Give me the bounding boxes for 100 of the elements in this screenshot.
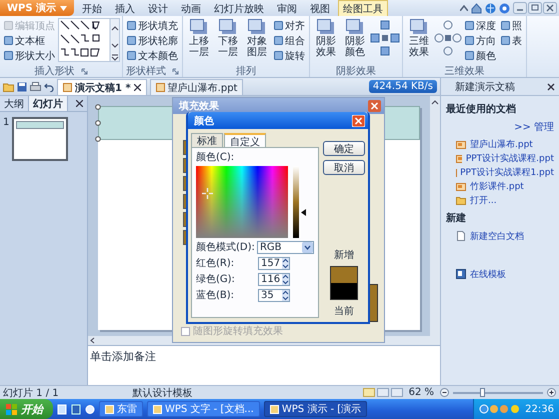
- app-icon: [270, 404, 279, 414]
- printer-icon[interactable]: [30, 82, 41, 92]
- ribbon-button[interactable]: 下移一层: [214, 18, 242, 59]
- minimize-icon[interactable]: [513, 2, 527, 14]
- collapse-icon[interactable]: [460, 5, 468, 11]
- ribbon-button[interactable]: 旋转: [272, 48, 307, 63]
- panel-tab[interactable]: 幻灯片: [29, 96, 68, 111]
- ribbon-button[interactable]: 照: [499, 18, 524, 33]
- task-pane-link[interactable]: 竹影课件.ppt: [470, 180, 524, 192]
- ribbon-button[interactable]: 上移一层: [185, 18, 213, 59]
- zoom-in-icon[interactable]: [547, 388, 556, 397]
- close-icon[interactable]: [547, 82, 555, 90]
- close-icon[interactable]: [134, 84, 141, 91]
- ribbon-button[interactable]: 颜色: [463, 48, 498, 63]
- color-mode-dropdown[interactable]: RGB: [256, 240, 314, 254]
- ribbon-button[interactable]: 组合: [272, 33, 307, 48]
- spin-arrows-icon[interactable]: [282, 274, 289, 284]
- color-spectrum[interactable]: [196, 166, 288, 238]
- layers-icon: [346, 19, 364, 35]
- ribbon-button[interactable]: 文本颜色: [125, 48, 180, 63]
- ribbon-tab[interactable]: 审阅: [272, 0, 302, 16]
- field-label: 绿色(G):: [196, 273, 236, 286]
- home-icon[interactable]: [471, 2, 482, 14]
- slide-thumbnail[interactable]: [12, 117, 68, 161]
- ribbon-button[interactable]: 对象图层: [243, 18, 271, 59]
- task-pane-link[interactable]: PPT设计实战课程1.ppt: [460, 166, 554, 178]
- notes-field[interactable]: 单击添加备注: [88, 345, 440, 385]
- taskbar-button[interactable]: 东雷: [99, 401, 143, 417]
- ribbon-button[interactable]: 方向: [463, 33, 498, 48]
- app-icon: [105, 404, 114, 414]
- maximize-icon[interactable]: [528, 2, 542, 14]
- slider-thumb[interactable]: [480, 388, 485, 396]
- speed-badge: 424.54 KB/s: [368, 80, 437, 93]
- ribbon-button[interactable]: 表: [499, 33, 524, 48]
- task-pane-link[interactable]: 望庐山瀑布.ppt: [470, 138, 533, 150]
- dialog-tab[interactable]: 自定义: [224, 133, 266, 147]
- task-pane-link[interactable]: 新建空白文档: [470, 230, 524, 242]
- vertical-scrollbar[interactable]: [430, 96, 440, 336]
- selection-handles-drawing[interactable]: [95, 104, 101, 142]
- tilt-buttons-drawing[interactable]: [434, 18, 462, 58]
- luminance-bar[interactable]: [293, 166, 299, 238]
- swatch-label: 当前: [334, 304, 354, 318]
- ribbon-button[interactable]: 三维效果: [405, 18, 433, 59]
- document-tab[interactable]: 演示文稿1 *: [57, 79, 147, 95]
- ribbon-button[interactable]: 阴影效果: [312, 18, 340, 59]
- ribbon-button[interactable]: 形状填充: [125, 18, 180, 33]
- layers-icon: [190, 19, 208, 35]
- spin-box[interactable]: 157: [258, 256, 290, 270]
- spin-arrows-icon[interactable]: [282, 290, 289, 300]
- template-icon: [456, 269, 466, 279]
- tray-icons-drawing[interactable]: [479, 404, 522, 414]
- spin-box[interactable]: 116: [258, 272, 290, 286]
- task-pane-title: 新建演示文稿: [455, 80, 515, 94]
- current-color-swatch: [331, 283, 357, 299]
- luminance-arrow-icon[interactable]: [301, 208, 306, 216]
- folder-icon[interactable]: [3, 82, 14, 92]
- ribbon-button[interactable]: 阴影颜色: [341, 18, 369, 59]
- slide-count: 幻灯片 1 / 1: [3, 386, 59, 400]
- ribbon-button[interactable]: 形状轮廓: [125, 33, 180, 48]
- taskbar-button[interactable]: WPS 演示 - [演示: [264, 401, 368, 417]
- close-icon[interactable]: [76, 100, 83, 107]
- shadow-nudge-drawing[interactable]: [370, 18, 400, 58]
- dialog-button[interactable]: 确定: [323, 141, 365, 156]
- crosshair-icon[interactable]: [202, 188, 213, 199]
- ribbon-button[interactable]: 形状大小: [2, 48, 57, 63]
- undo-icon[interactable]: [44, 82, 54, 92]
- folder-icon: [456, 196, 466, 204]
- slide-number: 1: [3, 117, 10, 128]
- layers-icon: [248, 19, 266, 35]
- save-icon[interactable]: [17, 82, 27, 92]
- ribbon-button[interactable]: 文本框: [2, 33, 57, 48]
- dialog-button[interactable]: 取消: [323, 160, 365, 175]
- dialog-launcher-icon[interactable]: [80, 68, 88, 74]
- group-title: 阴影效果: [336, 65, 376, 78]
- dialog-title: 颜色: [194, 114, 214, 128]
- ribbon-tab[interactable]: 幻灯片放映: [209, 0, 270, 16]
- ribbon-tab[interactable]: 设计: [143, 0, 174, 16]
- task-pane-link[interactable]: 打开...: [470, 194, 497, 206]
- zoom-out-icon[interactable]: [440, 388, 449, 397]
- taskbar-button[interactable]: WPS 文字 - [文档...: [147, 401, 260, 417]
- task-pane-link[interactable]: 在线模板: [470, 268, 506, 280]
- flag-icon: [6, 404, 17, 414]
- shape-gallery[interactable]: [58, 18, 120, 62]
- ribbon-tab[interactable]: 开始: [77, 0, 108, 16]
- panel-tab[interactable]: 大纲: [0, 96, 29, 111]
- task-pane-link[interactable]: PPT设计实战课程.ppt: [466, 152, 554, 164]
- ribbon-button[interactable]: 对齐: [272, 18, 307, 33]
- ribbon-tab[interactable]: 视图: [305, 0, 336, 16]
- ribbon-tab[interactable]: 动画: [176, 0, 206, 16]
- dialog-launcher-icon[interactable]: [172, 68, 179, 74]
- document-tab[interactable]: 望庐山瀑布.ppt: [150, 79, 244, 95]
- spin-box[interactable]: 35: [258, 288, 290, 302]
- ribbon-tab[interactable]: 绘图工具: [338, 0, 388, 16]
- quick-launch-icon[interactable]: [71, 404, 81, 414]
- spin-arrows-icon[interactable]: [282, 258, 289, 268]
- manage-link[interactable]: >> 管理: [446, 120, 554, 134]
- dialog-tab[interactable]: 标准: [191, 133, 223, 147]
- ribbon-tab[interactable]: 插入: [110, 0, 140, 16]
- ribbon-button[interactable]: 深度: [463, 18, 498, 33]
- app-icon: [153, 404, 162, 414]
